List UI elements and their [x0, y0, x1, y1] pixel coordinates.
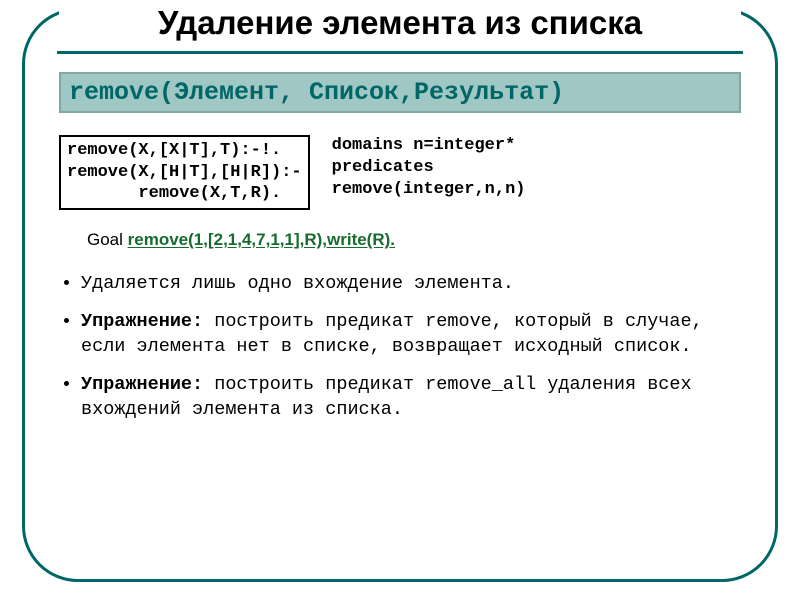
code-box: remove(X,[X|T],T):-!. remove(X,[H|T],[H|…: [59, 135, 310, 210]
signature-banner: remove(Элемент, Список,Результат): [59, 72, 741, 113]
bullet-label: Упражнение:: [81, 311, 203, 332]
code-row: remove(X,[X|T],T):-!. remove(X,[H|T],[H|…: [59, 135, 741, 210]
bullet-label: Упражнение:: [81, 374, 203, 395]
goal-label: Goal: [87, 230, 128, 249]
list-item: Удаляется лишь одно вхождение элемента.: [81, 272, 741, 296]
list-item: Упражнение: построить предикат remove, к…: [81, 310, 741, 359]
list-item: Упражнение: построить предикат remove_al…: [81, 373, 741, 422]
slide-title: Удаление элемента из списка: [59, 5, 741, 41]
goal-line: Goal remove(1,[2,1,4,7,1,1],R),write(R).: [87, 230, 741, 250]
bullet-text: Удаляется лишь одно вхождение элемента.: [81, 273, 514, 294]
goal-code: remove(1,[2,1,4,7,1,1],R),write(R).: [128, 230, 395, 249]
slide-frame: Удаление элемента из списка remove(Элеме…: [22, 8, 778, 582]
bullet-list: Удаляется лишь одно вхождение элемента. …: [59, 272, 741, 422]
divider: [57, 51, 743, 54]
declarations: domains n=integer* predicates remove(int…: [332, 135, 526, 201]
